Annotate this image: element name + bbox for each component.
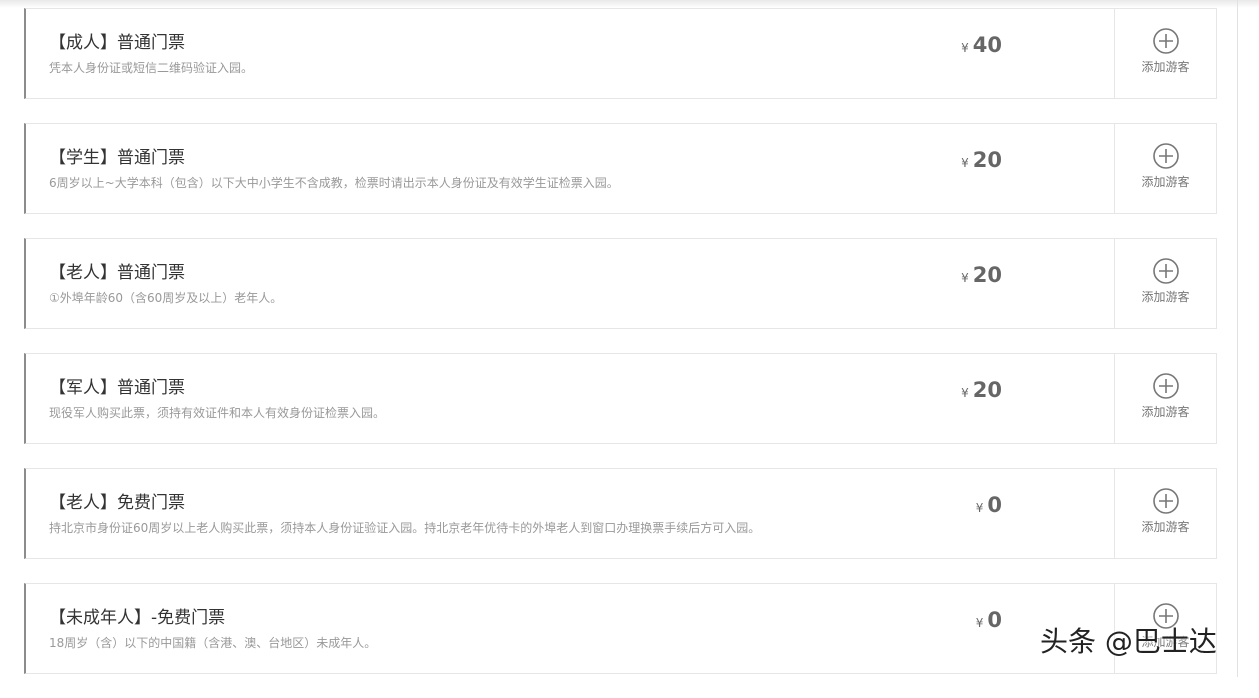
- ticket-price: ¥0: [976, 493, 1002, 517]
- ticket-desc: ①外埠年龄60（含60周岁及以上）老年人。: [49, 291, 283, 305]
- price-amount: 0: [987, 608, 1002, 632]
- ticket-info: 【老人】免费门票 持北京市身份证60周岁以上老人购买此票，须持本人身份证验证入园…: [49, 491, 760, 536]
- ticket-name: 【成人】普通门票: [49, 33, 185, 53]
- add-visitor-button[interactable]: 添加游客: [1114, 354, 1216, 443]
- ticket-price: ¥20: [961, 378, 1002, 402]
- ticket-info: 【未成年人】-免费门票 18周岁（含）以下的中国籍（含港、澳、台地区）未成年人。: [49, 606, 376, 651]
- price-amount: 40: [972, 33, 1002, 57]
- ticket-name: 【未成年人】-免费门票: [49, 608, 226, 628]
- ticket-info: 【成人】普通门票 凭本人身份证或短信二维码验证入园。: [49, 31, 253, 76]
- plus-circle-icon: [1152, 373, 1179, 399]
- currency-symbol: ¥: [961, 156, 969, 170]
- add-visitor-label: 添加游客: [1141, 175, 1190, 189]
- ticket-price: ¥0: [976, 608, 1002, 632]
- ticket-info: 【军人】普通门票 现役军人购买此票，须持有效证件和本人有效身份证检票入园。: [49, 376, 385, 421]
- price-amount: 0: [987, 493, 1002, 517]
- watermark: 头条 @巴士达: [1040, 625, 1217, 658]
- ticket-card: 【老人】免费门票 持北京市身份证60周岁以上老人购买此票，须持本人身份证验证入园…: [24, 468, 1217, 559]
- ticket-card: 【老人】普通门票 ①外埠年龄60（含60周岁及以上）老年人。 ¥20 添加游客: [24, 238, 1217, 329]
- ticket-card: 【学生】普通门票 6周岁以上~大学本科（包含）以下大中小学生不含成教，检票时请出…: [24, 123, 1217, 214]
- add-visitor-button[interactable]: 添加游客: [1114, 469, 1216, 558]
- top-shadow: [0, 0, 1259, 8]
- add-visitor-button[interactable]: 添加游客: [1114, 9, 1216, 98]
- ticket-card: 【成人】普通门票 凭本人身份证或短信二维码验证入园。 ¥40 添加游客: [24, 8, 1217, 99]
- add-visitor-label: 添加游客: [1141, 520, 1190, 534]
- ticket-name: 【老人】免费门票: [49, 493, 185, 513]
- add-visitor-label: 添加游客: [1141, 405, 1190, 419]
- plus-circle-icon: [1152, 258, 1179, 284]
- currency-symbol: ¥: [961, 41, 969, 55]
- ticket-price: ¥20: [961, 148, 1002, 172]
- ticket-info: 【学生】普通门票 6周岁以上~大学本科（包含）以下大中小学生不含成教，检票时请出…: [49, 146, 619, 191]
- ticket-name: 【学生】普通门票: [49, 148, 185, 168]
- ticket-card: 【军人】普通门票 现役军人购买此票，须持有效证件和本人有效身份证检票入园。 ¥2…: [24, 353, 1217, 444]
- ticket-desc: 18周岁（含）以下的中国籍（含港、澳、台地区）未成年人。: [49, 636, 377, 650]
- ticket-info: 【老人】普通门票 ①外埠年龄60（含60周岁及以上）老年人。: [49, 261, 282, 306]
- currency-symbol: ¥: [961, 386, 969, 400]
- ticket-desc: 凭本人身份证或短信二维码验证入园。: [49, 61, 254, 75]
- ticket-list: 【成人】普通门票 凭本人身份证或短信二维码验证入园。 ¥40 添加游客 【学生】…: [24, 8, 1217, 698]
- currency-symbol: ¥: [961, 271, 969, 285]
- price-amount: 20: [972, 148, 1002, 172]
- plus-circle-icon: [1152, 28, 1179, 54]
- page-divider: [1237, 0, 1238, 677]
- price-amount: 20: [972, 378, 1002, 402]
- ticket-price: ¥20: [961, 263, 1002, 287]
- currency-symbol: ¥: [975, 616, 984, 630]
- add-visitor-button[interactable]: 添加游客: [1114, 239, 1216, 328]
- ticket-card: 【未成年人】-免费门票 18周岁（含）以下的中国籍（含港、澳、台地区）未成年人。…: [24, 583, 1217, 674]
- add-visitor-label: 添加游客: [1141, 60, 1190, 74]
- ticket-name: 【老人】普通门票: [49, 263, 185, 283]
- ticket-price: ¥40: [961, 33, 1002, 57]
- plus-circle-icon: [1152, 488, 1179, 514]
- add-visitor-button[interactable]: 添加游客: [1114, 124, 1216, 213]
- ticket-desc: 6周岁以上~大学本科（包含）以下大中小学生不含成教，检票时请出示本人身份证及有效…: [49, 176, 619, 190]
- price-amount: 20: [972, 263, 1002, 287]
- plus-circle-icon: [1152, 143, 1179, 169]
- currency-symbol: ¥: [975, 501, 984, 515]
- add-visitor-label: 添加游客: [1141, 290, 1190, 304]
- ticket-name: 【军人】普通门票: [49, 378, 185, 398]
- ticket-desc: 持北京市身份证60周岁以上老人购买此票，须持本人身份证验证入园。持北京老年优待卡…: [49, 521, 761, 535]
- ticket-desc: 现役军人购买此票，须持有效证件和本人有效身份证检票入园。: [49, 406, 386, 420]
